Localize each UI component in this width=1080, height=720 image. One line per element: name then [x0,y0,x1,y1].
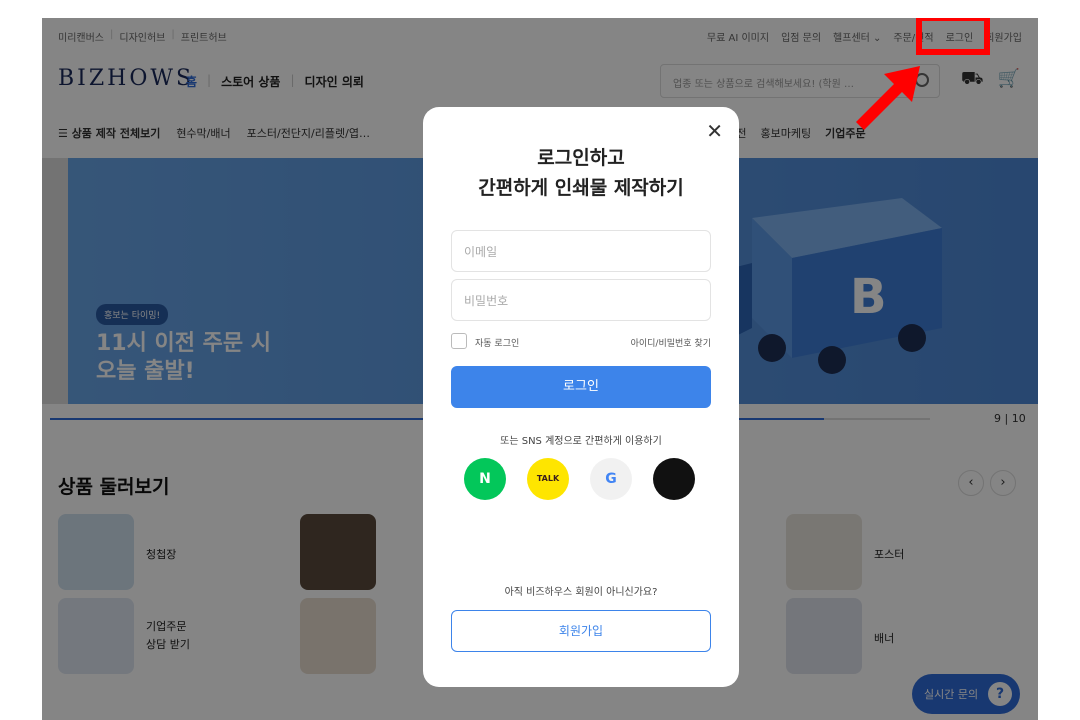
signup-question: 아직 비즈하우스 회원이 아니신가요? [504,587,658,598]
sns-login-row: N TALK G [464,458,695,500]
auto-login-label[interactable]: 자동 로그인 [475,336,519,349]
modal-title: 로그인하고 간편하게 인쇄물 제작하기 [423,143,739,203]
email-placeholder: 이메일 [464,245,498,259]
auto-login-checkbox[interactable] [451,333,467,349]
apple-login-icon[interactable] [653,458,695,500]
auto-login-row: 자동 로그인 아이디/비밀번호 찾기 [451,333,711,351]
page-frame: 미리캔버스 | 디자인허브 | 프린트허브 무료 AI 이미지 입점 문의 헬프센터… [42,18,1038,720]
password-field[interactable]: 비밀번호 [451,279,711,321]
password-placeholder: 비밀번호 [464,294,509,308]
close-icon[interactable]: ✕ [706,119,723,143]
login-modal: ✕ 로그인하고 간편하게 인쇄물 제작하기 이메일 비밀번호 자동 로그인 아이… [423,107,739,687]
modal-title-line2: 간편하게 인쇄물 제작하기 [478,177,684,199]
email-field[interactable]: 이메일 [451,230,711,272]
login-button[interactable]: 로그인 [451,366,711,408]
signup-button[interactable]: 회원가입 [451,610,711,652]
naver-login-icon[interactable]: N [464,458,506,500]
google-login-icon[interactable]: G [590,458,632,500]
modal-title-line1: 로그인하고 [537,147,625,169]
sns-label: 또는 SNS 계정으로 간편하게 이용하기 [500,436,662,447]
find-account-link[interactable]: 아이디/비밀번호 찾기 [631,336,711,349]
kakao-login-icon[interactable]: TALK [527,458,569,500]
pointer-arrow-icon [856,66,920,130]
